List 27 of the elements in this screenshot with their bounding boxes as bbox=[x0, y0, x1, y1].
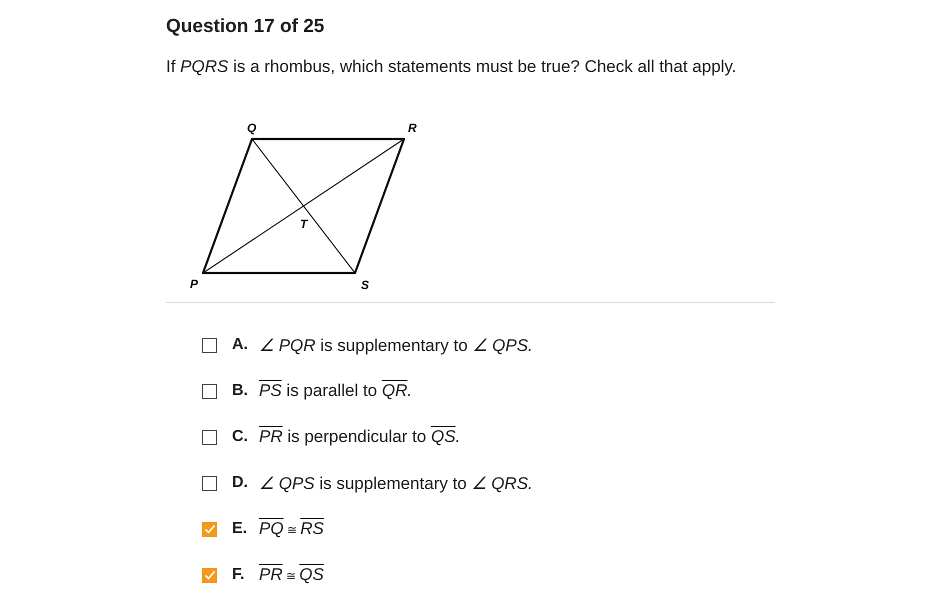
option-text: PS is parallel to QR. bbox=[259, 381, 412, 401]
option-letter: F. bbox=[232, 566, 246, 584]
checkbox[interactable] bbox=[202, 568, 217, 582]
option-text: PQ ≅ RS bbox=[259, 519, 324, 539]
option-text: PR is perpendicular to QS. bbox=[259, 427, 460, 447]
question-text: If PQRS is a rhombus, which statements must be true? Check all that apply. bbox=[166, 56, 738, 78]
checkbox[interactable] bbox=[202, 338, 217, 352]
checkbox[interactable] bbox=[202, 384, 217, 398]
option-letter: B. bbox=[232, 382, 249, 400]
checkmark-icon bbox=[204, 570, 216, 580]
option-letter: E. bbox=[232, 520, 248, 538]
option-letter: C. bbox=[232, 428, 249, 446]
checkmark-icon bbox=[204, 524, 216, 534]
vertex-label: P bbox=[190, 277, 198, 291]
vertex-label: Q bbox=[247, 121, 256, 135]
checkbox[interactable] bbox=[202, 522, 217, 536]
checkbox[interactable] bbox=[202, 476, 217, 490]
option-letter: A. bbox=[232, 336, 249, 354]
vertex-label: T bbox=[300, 217, 308, 231]
vertex-label: R bbox=[408, 121, 417, 135]
vertex-label: S bbox=[361, 278, 370, 292]
question-number: Question 17 of 25 bbox=[166, 15, 326, 39]
checkbox[interactable] bbox=[202, 430, 217, 444]
option-text: PR ≅ QS bbox=[259, 565, 324, 585]
option-text: ∠ QPS is supplementary to ∠ QRS. bbox=[259, 472, 533, 494]
option-text: ∠ PQR is supplementary to ∠ QPS. bbox=[259, 334, 533, 356]
option-letter: D. bbox=[232, 474, 249, 492]
